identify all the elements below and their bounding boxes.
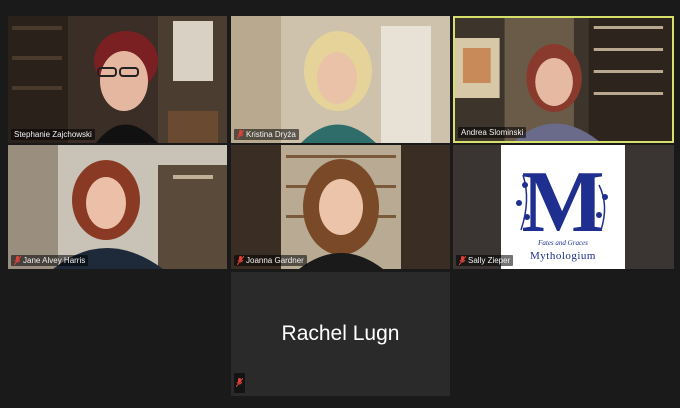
participant-video	[8, 145, 227, 269]
participant-name-label: Kristina Dryża	[234, 129, 299, 140]
participant-name-label: Jane Alvey Harris	[11, 255, 89, 266]
participant-name-label: Andrea Slominski	[458, 127, 527, 138]
muted-mic-icon	[237, 256, 244, 265]
muted-mic-icon	[237, 130, 244, 139]
logo-letter: M	[521, 154, 604, 251]
video-tile-rachel[interactable]: Rachel Lugn	[231, 272, 450, 396]
participant-video	[231, 16, 450, 143]
logo-wordmark: Mythologium	[530, 250, 596, 262]
muted-mic-icon	[14, 256, 21, 265]
muted-mic-icon	[234, 373, 245, 393]
participant-name: Kristina Dryża	[246, 130, 296, 139]
participant-name-label: Sally Zieper	[456, 255, 514, 266]
participant-name: Jane Alvey Harris	[23, 256, 86, 265]
video-tile-joanna[interactable]: Joanna Gardner	[231, 145, 450, 269]
participant-video	[231, 145, 450, 269]
participant-name: Stephanie Zajchowski	[14, 130, 92, 139]
video-tile-sally[interactable]: M Fates and Graces Mythologium Sally Zie…	[453, 145, 674, 269]
mythologium-logo: M Fates and Graces Mythologium	[516, 154, 608, 262]
video-tile-jane[interactable]: Jane Alvey Harris	[8, 145, 227, 269]
video-tile-stephanie[interactable]: Stephanie Zajchowski	[8, 16, 227, 143]
participant-name: Joanna Gardner	[246, 256, 304, 265]
logo-tagline: Fates and Graces	[537, 239, 588, 247]
participant-name-label: Joanna Gardner	[234, 255, 307, 266]
participant-name-placeholder: Rachel Lugn	[281, 322, 400, 345]
participant-name: Andrea Slominski	[461, 128, 524, 137]
video-tile-andrea[interactable]: Andrea Slominski	[453, 16, 674, 143]
participant-video	[455, 18, 672, 141]
video-tile-kristina[interactable]: Kristina Dryża	[231, 16, 450, 143]
participant-name: Sally Zieper	[468, 256, 511, 265]
participant-name-label: Stephanie Zajchowski	[11, 129, 95, 140]
participant-video	[8, 16, 227, 143]
muted-mic-icon	[459, 256, 466, 265]
